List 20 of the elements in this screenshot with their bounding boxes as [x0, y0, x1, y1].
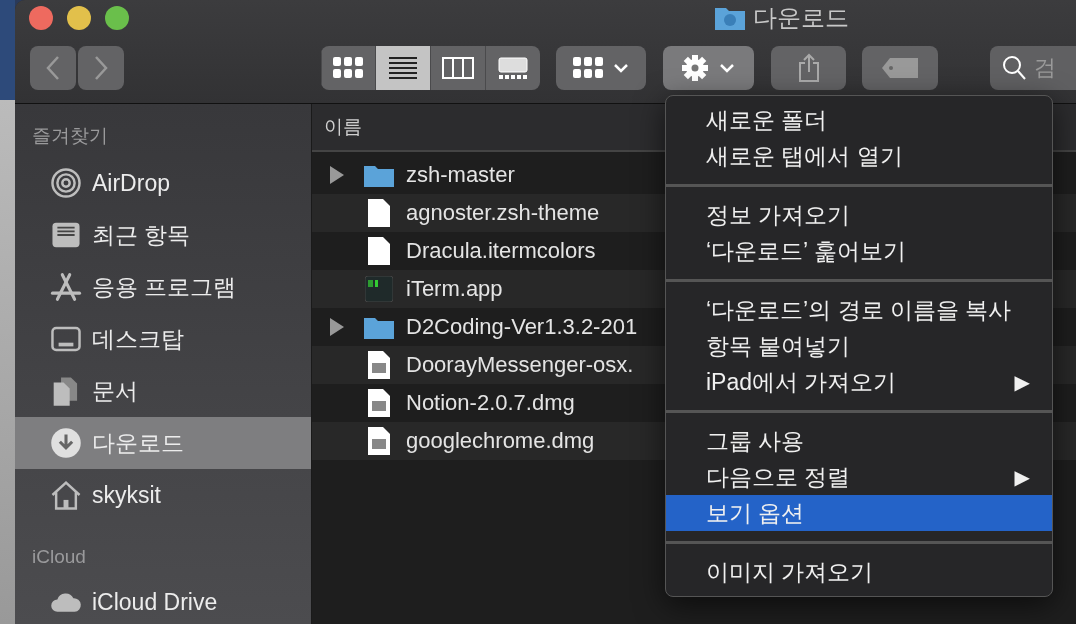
sidebar-section-title: 즐겨찾기 — [31, 124, 109, 148]
file-name: zsh-master — [406, 162, 515, 188]
file-name: Notion-2.0.7.dmg — [406, 390, 575, 416]
file-name: DoorayMessenger-osx. — [406, 352, 634, 378]
sidebar-item-label: 최근 항목 — [92, 220, 191, 250]
sidebar-section-title: iCloud — [31, 545, 87, 569]
sidebar-item-label: 응용 프로그램 — [92, 272, 237, 302]
sidebar-item-label: iCloud Drive — [92, 588, 218, 616]
sidebar-item-label: 데스크탑 — [92, 324, 184, 354]
sidebar-item-label: 문서 — [92, 376, 138, 406]
file-name: iTerm.app — [406, 276, 503, 302]
file-name: agnoster.zsh-theme — [406, 200, 600, 226]
file-name: D2Coding-Ver1.3.2-201 — [406, 314, 638, 340]
sidebar-item-label: 다운로드 — [92, 428, 184, 458]
column-title: 이름 — [324, 115, 362, 139]
file-name: googlechrome.dmg — [406, 428, 595, 454]
file-name: Dracula.itermcolors — [406, 238, 596, 264]
sidebar-item-label: AirDrop — [92, 169, 170, 197]
sidebar-item-label: skyksit — [92, 481, 161, 509]
window-title: 다운로드 — [753, 3, 849, 33]
